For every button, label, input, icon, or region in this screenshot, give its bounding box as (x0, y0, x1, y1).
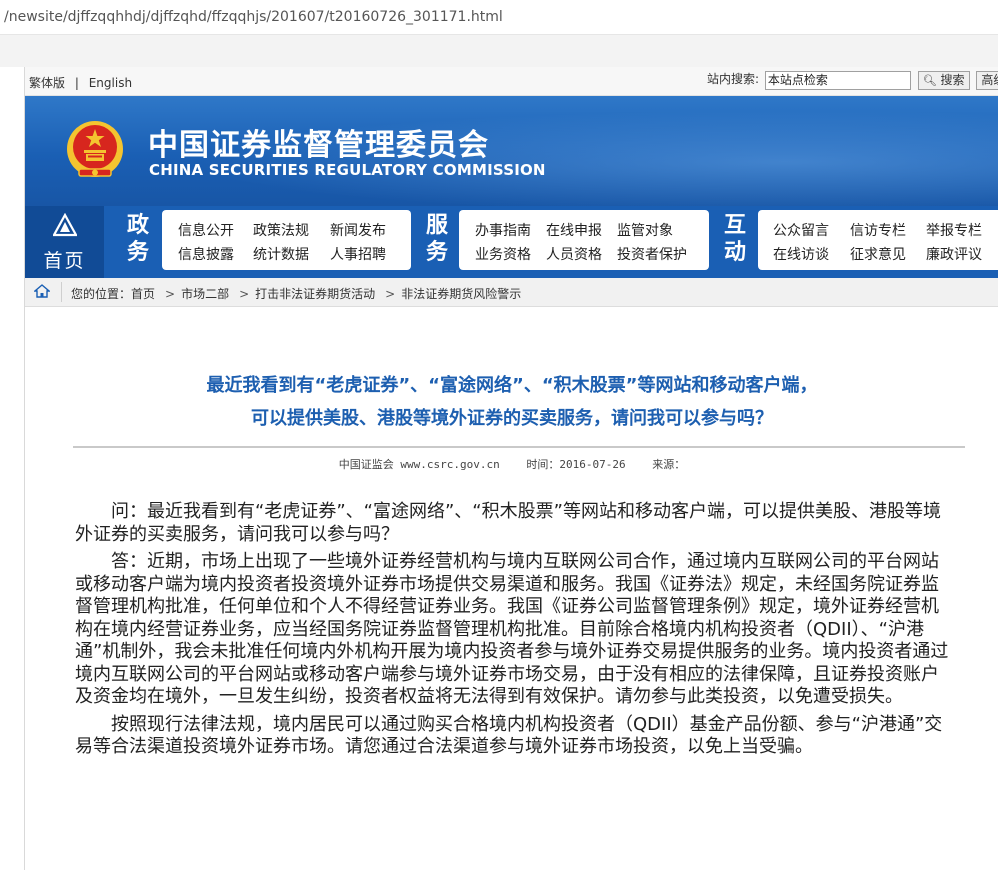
breadcrumb-trail: 您的位置：首页 > 市场二部 > 打击非法证券期货活动 > 非法证券期货风险警示 (71, 285, 527, 302)
search-button-label: 搜索 (940, 73, 965, 87)
nav-item-statistics[interactable]: 统计数据 (253, 244, 309, 264)
breadcrumb-separator: > (385, 287, 396, 301)
site-title-en: CHINA SECURITIES REGULATORY COMMISSION (149, 161, 546, 179)
article-title: 最近我看到有“老虎证券”、“富途网络”、“积木股票”等网站和移动客户端， 可以提… (25, 369, 998, 435)
nav-group-char: 务 (425, 240, 448, 265)
article-time: 时间：2016-07-26 (526, 458, 626, 471)
nav-item-business-qualification[interactable]: 业务资格 (475, 244, 531, 264)
search-input[interactable]: 本站点检索 (764, 71, 911, 90)
search-button[interactable]: 🔍︎ 搜索 (917, 71, 970, 90)
breadcrumb-item-risk-warning[interactable]: 非法证券期货风险警示 (401, 287, 521, 301)
nav-item-public-message[interactable]: 公众留言 (773, 220, 829, 240)
csrc-page: 繁体版 | English 站内搜索: 本站点检索 🔍︎ 搜索 高级 中国证券监… (24, 67, 998, 870)
nav-item-recruitment[interactable]: 人事招聘 (330, 244, 386, 264)
article-title-line: 可以提供美股、港股等境外证券的买卖服务，请问我可以参与吗？ (251, 408, 773, 429)
search-icon: 🔍︎ (922, 74, 937, 87)
nav-item-news-release[interactable]: 新闻发布 (330, 220, 386, 240)
nav-home-label: 首页 (43, 250, 86, 272)
article-paragraph: 按照现行法律法规，境内居民可以通过购买合格境内机构投资者（QDII）基金产品份额… (75, 713, 943, 758)
article-paragraph: 问：最近我看到有“老虎证券”、“富途网络”、“积木股票”等网站和移动客户端，可以… (75, 501, 941, 545)
address-url[interactable]: /newsite/djffzqqhhdj/djffzqhd/ffzqqhjs/2… (4, 9, 503, 25)
nav-group-char: 互 (723, 213, 746, 238)
nav-item-online-interview[interactable]: 在线访谈 (773, 244, 829, 264)
nav-item-policy-regulations[interactable]: 政策法规 (253, 220, 309, 240)
nav-item-online-application[interactable]: 在线申报 (546, 220, 602, 240)
breadcrumb-divider (61, 282, 62, 302)
nav-item-regulated-entities[interactable]: 监管对象 (617, 220, 673, 240)
article-source: 中国证监会 www.csrc.gov.cn (338, 458, 500, 471)
csrc-logo-icon (53, 213, 77, 237)
national-emblem-icon (67, 121, 123, 177)
search-label: 站内搜索: (707, 72, 760, 86)
nav-group-service: 办事指南 在线申报 监管对象 业务资格 人员资格 投资者保护 (459, 210, 709, 270)
nav-item-info-disclosure[interactable]: 信息披露 (178, 244, 234, 264)
breadcrumb-separator: > (239, 287, 250, 301)
article-body: 问：最近我看到有“老虎证券”、“富途网络”、“积木股票”等网站和移动客户端，可以… (75, 501, 955, 764)
nav-item-solicit-opinions[interactable]: 征求意见 (850, 244, 906, 264)
english-link[interactable]: English (89, 76, 132, 90)
language-separator: | (74, 76, 79, 90)
breadcrumb: 您的位置：首页 > 市场二部 > 打击非法证券期货活动 > 非法证券期货风险警示 (25, 278, 998, 307)
advanced-search-button[interactable]: 高级 (976, 71, 998, 90)
breadcrumb-item-crackdown[interactable]: 打击非法证券期货活动 (255, 287, 375, 301)
nav-group-interaction: 公众留言 信访专栏 举报专栏 在线访谈 征求意见 廉政评议 (758, 210, 998, 270)
nav-group-char: 务 (126, 240, 149, 265)
nav-item-investor-protection[interactable]: 投资者保护 (617, 244, 687, 264)
article-meta: 中国证监会 www.csrc.gov.cn 时间：2016-07-26 来源： (25, 456, 998, 472)
site-banner: 中国证券监督管理委员会 CHINA SECURITIES REGULATORY … (25, 96, 998, 206)
nav-item-info-disclosure-public[interactable]: 信息公开 (178, 220, 234, 240)
main-nav: 首页 政 务 信息公开 政策法规 新闻发布 信息披露 统计数据 人事招聘 服 务… (25, 206, 998, 278)
nav-group-char: 政 (126, 213, 149, 238)
site-search: 站内搜索: 本站点检索 🔍︎ 搜索 高级 (707, 71, 998, 90)
home-icon[interactable] (34, 284, 50, 298)
nav-item-guide[interactable]: 办事指南 (475, 220, 531, 240)
address-bar[interactable]: /newsite/djffzqqhhdj/djffzqhd/ffzqqhjs/2… (0, 0, 998, 35)
nav-group-char: 动 (723, 240, 746, 265)
article-origin: 来源： (652, 458, 686, 471)
breadcrumb-item-market-dept[interactable]: 市场二部 (181, 287, 229, 301)
nav-group-label-interaction: 互 动 (720, 212, 750, 266)
nav-home[interactable]: 首页 (25, 206, 104, 278)
nav-group-label-government: 政 务 (123, 212, 153, 266)
browser-toolbar-gap (0, 35, 998, 67)
breadcrumb-home-link[interactable]: 您的位置：首页 (71, 287, 155, 301)
breadcrumb-separator: > (165, 287, 176, 301)
nav-item-report[interactable]: 举报专栏 (926, 220, 982, 240)
nav-group-label-service: 服 务 (422, 212, 452, 266)
article-paragraph: 答：近期，市场上出现了一些境外证券经营机构与境内互联网公司合作，通过境内互联网公… (75, 551, 949, 707)
language-switch: 繁体版 | English (29, 74, 138, 91)
title-divider (73, 446, 965, 448)
top-strip: 繁体版 | English 站内搜索: 本站点检索 🔍︎ 搜索 高级 (25, 67, 998, 96)
traditional-chinese-link[interactable]: 繁体版 (29, 76, 65, 90)
nav-group-char: 服 (425, 213, 448, 238)
article-title-line: 最近我看到有“老虎证券”、“富途网络”、“积木股票”等网站和移动客户端， (206, 375, 818, 396)
nav-item-personnel-qualification[interactable]: 人员资格 (546, 244, 602, 264)
nav-item-petition[interactable]: 信访专栏 (850, 220, 906, 240)
nav-group-government: 信息公开 政策法规 新闻发布 信息披露 统计数据 人事招聘 (162, 210, 411, 270)
nav-item-integrity-review[interactable]: 廉政评议 (926, 244, 982, 264)
site-title-cn: 中国证券监督管理委员会 (148, 128, 489, 163)
